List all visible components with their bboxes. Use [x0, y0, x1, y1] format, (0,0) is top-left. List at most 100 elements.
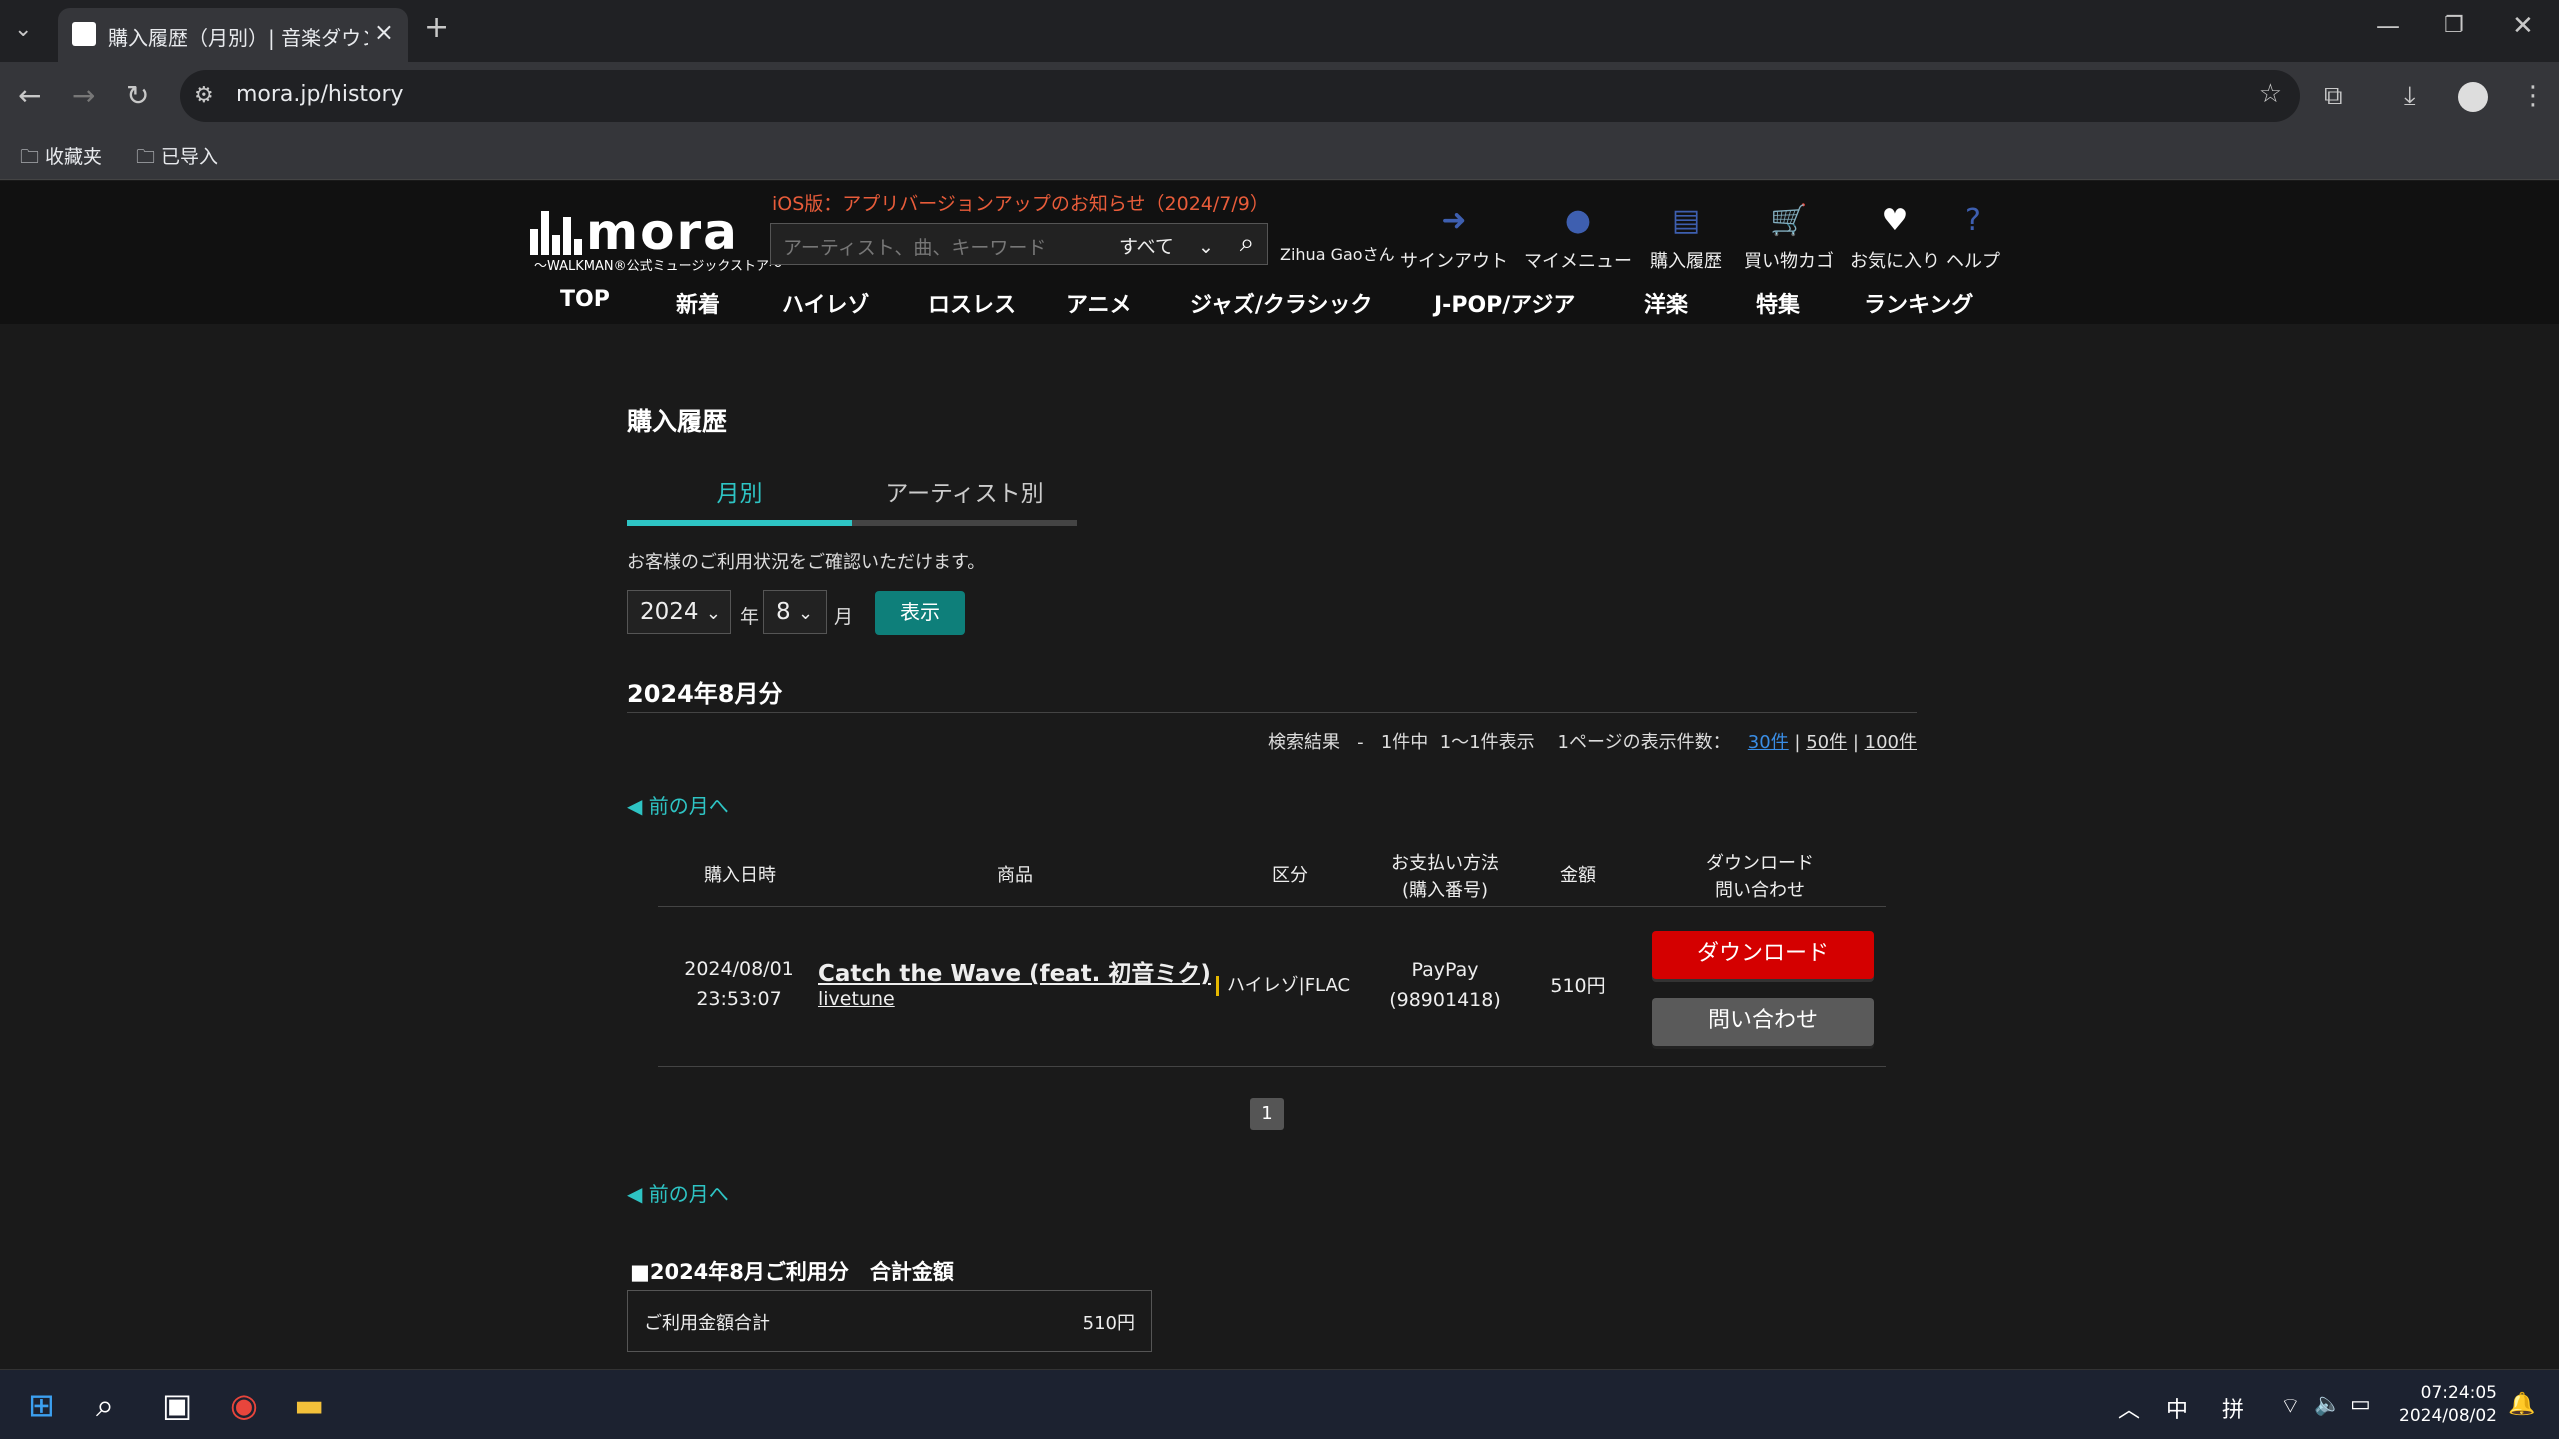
window-close-icon[interactable]: ✕ — [2512, 6, 2534, 46]
battery-icon[interactable]: ▭ — [2350, 1392, 2371, 1417]
help-icon: ? — [1965, 203, 1981, 238]
main-nav-top[interactable]: TOP — [560, 287, 610, 312]
search-input[interactable]: アーティスト、曲、キーワード — [783, 233, 1046, 260]
main-nav-ranking[interactable]: ランキング — [1864, 287, 1973, 319]
category-cell: ハイレゾ|FLAC — [1216, 971, 1356, 1001]
month-unit: 月 — [834, 606, 854, 628]
search-button-icon[interactable]: ⌕ — [1227, 224, 1267, 264]
year-unit: 年 — [740, 606, 760, 628]
clock[interactable]: 07:24:05 2024/08/02 — [2399, 1382, 2497, 1428]
nav-signout[interactable]: ➜ サインアウト — [1400, 201, 1508, 273]
table-divider — [658, 906, 1886, 907]
column-header-date: 購入日時 — [704, 865, 776, 886]
profile-avatar[interactable] — [2458, 82, 2488, 112]
column-header-amount: 金額 — [1560, 865, 1596, 886]
user-name: Zihua Gaoさん — [1280, 245, 1395, 264]
chrome-icon[interactable]: ◉ — [230, 1386, 258, 1424]
category-marker — [1216, 976, 1219, 996]
show-button[interactable]: 表示 — [875, 591, 965, 635]
year-select[interactable]: 2024 ⌄ — [627, 590, 731, 634]
pagination-page-1[interactable]: 1 — [1250, 1098, 1284, 1130]
browser-tab[interactable]: 購入履歴（月別）| 音楽ダウン × — [58, 8, 408, 62]
search-icon[interactable]: ⌕ — [96, 1386, 114, 1424]
forward-icon[interactable]: → — [72, 76, 95, 116]
nav-favorites[interactable]: ♥ お気に入り — [1850, 201, 1940, 273]
notice-link[interactable]: iOS版：アプリバージョンアップのお知らせ（2024/7/9） — [772, 189, 1269, 216]
song-title-link[interactable]: Catch the Wave (feat. 初音ミク) — [818, 954, 1211, 988]
tab-list-dropdown-icon[interactable]: ⌄ — [14, 10, 32, 50]
tab-monthly[interactable]: 月別 — [627, 474, 852, 526]
task-view-icon[interactable]: ▣ — [162, 1386, 192, 1424]
notification-bell-icon[interactable]: 🔔 — [2508, 1392, 2535, 1417]
minimize-icon[interactable]: — — [2376, 6, 2400, 46]
main-nav-hires[interactable]: ハイレゾ — [782, 287, 870, 319]
main-nav: TOP 新着 ハイレゾ ロスレス アニメ ジャズ/クラシック J-POP/アジア… — [530, 287, 1990, 323]
column-header-category: 区分 — [1272, 865, 1308, 886]
per-page-30[interactable]: 30件 — [1748, 732, 1789, 753]
address-bar[interactable]: ⚙ mora.jp/history ☆ — [180, 70, 2300, 122]
nav-history[interactable]: ▤ 購入履歴 — [1650, 201, 1722, 273]
page-title: 購入履歴 — [627, 407, 728, 436]
column-header-download: ダウンロード 問い合わせ — [1706, 853, 1814, 901]
main-nav-lossless[interactable]: ロスレス — [928, 287, 1016, 319]
table-divider — [658, 1066, 1886, 1067]
search-scope-select[interactable]: すべて ⌄ — [1083, 224, 1221, 264]
logo-subtitle: 〜WALKMAN®公式ミュージックストア〜 — [534, 259, 782, 274]
payment-cell: PayPay (98901418) — [1389, 959, 1501, 1011]
prev-month-link-bottom[interactable]: ◀ 前の月へ — [627, 1178, 729, 1207]
artist-link[interactable]: livetune — [818, 988, 895, 1010]
chevron-down-icon: ⌄ — [797, 603, 814, 624]
nav-help[interactable]: ? ヘルプ — [1946, 201, 2000, 273]
total-label: ご利用金額合計 — [644, 1313, 770, 1334]
chevron-down-icon: ⌄ — [1197, 236, 1214, 258]
main-nav-western[interactable]: 洋楽 — [1644, 287, 1688, 319]
main-nav-jpop-asia[interactable]: J-POP/アジア — [1434, 287, 1575, 319]
download-icon[interactable]: ⤓ — [2404, 76, 2416, 116]
windows-start-icon[interactable]: ⊞ — [28, 1386, 55, 1424]
mora-logo[interactable]: mora 〜WALKMAN®公式ミュージックストア〜 — [530, 203, 782, 274]
main-nav-anime[interactable]: アニメ — [1066, 287, 1132, 319]
triangle-left-icon: ◀ — [627, 1182, 649, 1206]
prev-month-link[interactable]: ◀ 前の月へ — [627, 790, 729, 819]
volume-icon[interactable]: 🔈 — [2314, 1392, 2341, 1417]
heart-icon: ♥ — [1881, 203, 1909, 238]
total-heading: ■2024年8月ご利用分 合計金額 — [630, 1260, 954, 1284]
new-tab-icon[interactable]: + — [424, 8, 449, 48]
url-text: mora.jp/history — [236, 82, 404, 107]
back-icon[interactable]: ← — [18, 76, 41, 116]
purchase-datetime: 2024/08/01 23:53:07 — [684, 958, 794, 1010]
month-select[interactable]: 8 ⌄ — [763, 590, 827, 634]
main-nav-features[interactable]: 特集 — [1756, 287, 1800, 319]
main-nav-jazz-classic[interactable]: ジャズ/クラシック — [1190, 287, 1373, 319]
wifi-icon[interactable]: ⌔ — [2280, 1392, 2301, 1420]
result-info: 検索結果 - 1件中 1〜1件表示 1ページの表示件数： 30件 | 50件 |… — [1267, 732, 1917, 753]
site-info-icon[interactable]: ⚙ — [194, 76, 214, 116]
nav-mymenu[interactable]: ● マイメニュー — [1524, 201, 1632, 273]
total-box: ご利用金額合計 510円 — [627, 1290, 1152, 1352]
download-button[interactable]: ダウンロード — [1652, 931, 1874, 979]
bookmark-star-icon[interactable]: ☆ — [2259, 74, 2282, 114]
reload-icon[interactable]: ↻ — [126, 76, 149, 116]
bookmarks-bar: 🗀 收藏夹 🗀 已导入 — [0, 130, 2559, 180]
ime-mode-indicator[interactable]: 中 — [2166, 1392, 2188, 1424]
menu-kebab-icon[interactable]: ⋮ — [2520, 76, 2546, 116]
extensions-icon[interactable]: ⧉ — [2324, 76, 2343, 116]
cart-icon: 🛒 — [1770, 203, 1808, 238]
total-value: 510円 — [1082, 1313, 1135, 1334]
restore-icon[interactable]: ❐ — [2444, 6, 2464, 46]
signout-icon: ➜ — [1441, 203, 1467, 238]
nav-cart[interactable]: 🛒 買い物カゴ — [1744, 201, 1834, 273]
browser-toolbar: ← → ↻ ⚙ mora.jp/history ☆ ⧉ ⤓ ⋮ — [0, 62, 2559, 130]
bookmark-folder-imported[interactable]: 🗀 已导入 — [136, 142, 218, 175]
per-page-100[interactable]: 100件 — [1865, 732, 1917, 753]
bookmark-folder-favorites[interactable]: 🗀 收藏夹 — [20, 142, 102, 175]
per-page-50[interactable]: 50件 — [1806, 732, 1847, 753]
main-nav-new[interactable]: 新着 — [676, 287, 720, 319]
file-explorer-icon[interactable]: ▬ — [294, 1386, 324, 1424]
inquiry-button[interactable]: 問い合わせ — [1652, 998, 1874, 1046]
browser-tab-bar: ⌄ 購入履歴（月別）| 音楽ダウン × + — ❐ ✕ — [0, 0, 2559, 62]
tray-overflow-icon[interactable]: ︿ — [2118, 1392, 2140, 1424]
tab-by-artist[interactable]: アーティスト別 — [852, 474, 1077, 526]
ime-pinyin-indicator[interactable]: 拼 — [2222, 1392, 2244, 1424]
close-tab-icon[interactable]: × — [374, 18, 394, 46]
